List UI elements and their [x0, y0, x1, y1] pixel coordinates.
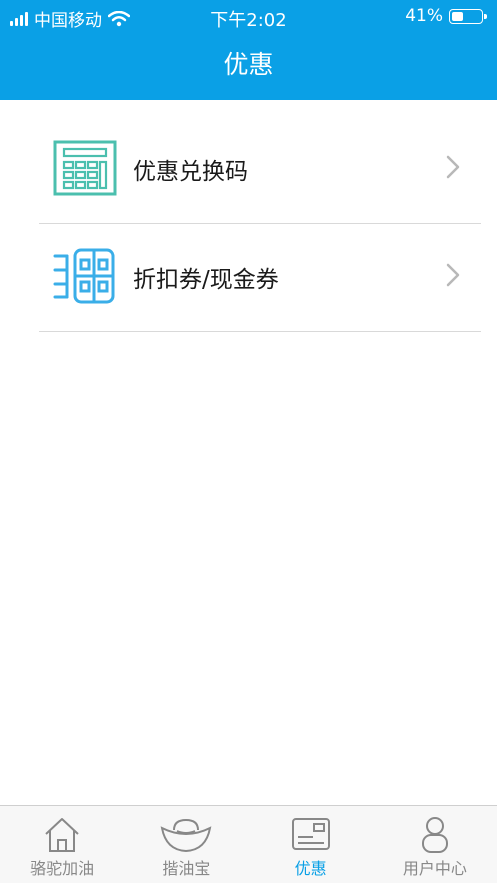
tab-label: 揩油宝 — [162, 859, 211, 878]
nav-bar: 优惠 — [0, 34, 497, 100]
menu-item-label: 折扣券/现金券 — [133, 267, 279, 293]
battery-icon — [449, 8, 487, 24]
user-icon — [421, 817, 448, 853]
status-right: 41% — [405, 6, 487, 26]
menu-list: 优惠兑换码 折扣券/现金券 — [0, 116, 497, 332]
menu-item-redeem-code[interactable]: 优惠兑换码 — [39, 116, 481, 224]
calculator-icon — [53, 140, 117, 196]
card-icon — [291, 818, 330, 850]
menu-item-coupons[interactable]: 折扣券/现金券 — [39, 224, 481, 332]
status-bar: 中国移动 下午2:02 41% — [0, 0, 497, 34]
menu-item-label: 优惠兑换码 — [133, 159, 248, 185]
chevron-right-icon — [446, 263, 460, 287]
battery-fill — [452, 11, 463, 21]
tab-label: 用户中心 — [402, 859, 467, 878]
tab-discounts[interactable]: 优惠 — [249, 806, 373, 883]
home-icon — [45, 818, 79, 852]
tab-user-center[interactable]: 用户中心 — [373, 806, 497, 883]
tab-wallet[interactable]: 揩油宝 — [124, 806, 248, 883]
ingot-icon — [161, 818, 212, 853]
chevron-right-icon — [446, 155, 460, 179]
tab-bar: 骆驼加油 揩油宝 优惠 用户中心 — [0, 805, 497, 883]
battery-percentage: 41% — [405, 6, 443, 26]
tab-label: 优惠 — [294, 859, 327, 878]
page-title: 优惠 — [223, 50, 274, 79]
coupon-grid-icon — [53, 248, 115, 304]
tab-camel-fuel[interactable]: 骆驼加油 — [0, 806, 124, 883]
tab-label: 骆驼加油 — [30, 859, 95, 878]
